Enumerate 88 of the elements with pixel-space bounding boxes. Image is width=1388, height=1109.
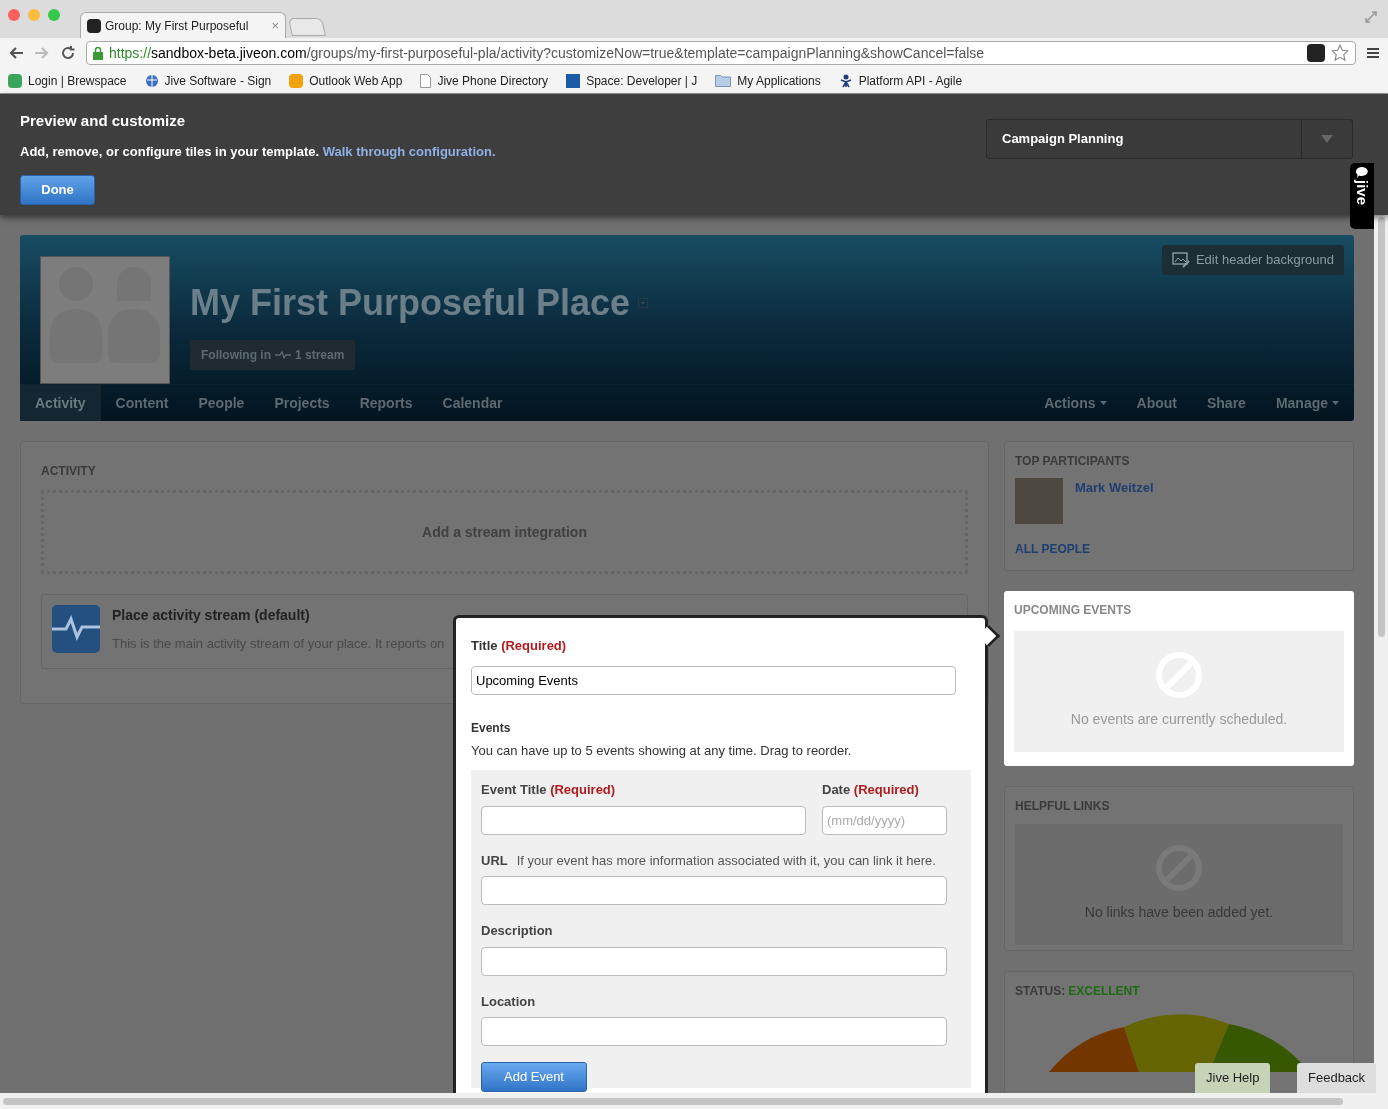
menu-icon[interactable] <box>1366 47 1380 59</box>
back-icon[interactable] <box>8 46 24 60</box>
bookmark-item[interactable]: Jive Software - Sign <box>144 71 272 90</box>
horizontal-scrollbar[interactable] <box>0 1093 1388 1109</box>
title-label: Title (Required) <box>471 637 568 655</box>
description-label: Description <box>481 922 554 940</box>
participants-heading: TOP PARTICIPANTS <box>1015 453 1131 470</box>
location-label: Location <box>481 992 537 1011</box>
nav-tab[interactable]: Reports <box>344 385 428 421</box>
events-hint: You can have up to 5 events showing at any time. Drag to reorder. <box>471 741 853 760</box>
bookmark-item[interactable]: Login | Brewspace <box>8 71 127 90</box>
url-text: https://sandbox-beta.jiveon.com/groups/my-first-purposeful-pla/activity?customizeNow=true&template=campaignPlanning&showCancel=false <box>109 43 985 63</box>
description-input[interactable] <box>481 946 947 976</box>
jive-side-tab[interactable]: jive <box>1350 163 1374 229</box>
nav-link[interactable]: Share <box>1191 385 1261 421</box>
feedback-button[interactable]: Feedback <box>1297 1063 1377 1093</box>
speech-bubble-icon <box>1356 167 1368 178</box>
bookmark-icon <box>8 73 22 88</box>
events-heading: Events <box>471 719 512 737</box>
bookmark-icon <box>289 73 304 88</box>
dropdown-caret-icon <box>1321 135 1333 143</box>
bookmark-item[interactable]: Platform API - Agile <box>838 71 963 90</box>
zoom-window-button[interactable] <box>48 9 60 21</box>
nav-tab[interactable]: Activity <box>20 385 101 421</box>
caret-icon[interactable] <box>638 298 649 308</box>
following-button[interactable]: Following in 1 stream <box>190 340 356 370</box>
helpful-links-heading: HELPFUL LINKS <box>1015 798 1111 815</box>
nav-tab[interactable]: Content <box>100 385 184 421</box>
template-select[interactable]: Campaign Planning <box>986 119 1353 159</box>
vertical-scrollbar[interactable] <box>1374 215 1388 1093</box>
nav-tab[interactable]: Projects <box>259 385 345 421</box>
bookmark-item[interactable]: Jive Phone Directory <box>420 71 549 90</box>
url-input[interactable] <box>481 876 947 905</box>
page-icon <box>420 73 432 88</box>
url-label: URL <box>481 851 508 870</box>
forward-icon[interactable] <box>34 46 50 60</box>
dropdown-caret-icon <box>1332 401 1339 405</box>
nav-link[interactable]: Manage <box>1260 385 1354 421</box>
fullscreen-icon[interactable] <box>1364 10 1378 24</box>
bookmark-icon <box>566 73 581 88</box>
date-label: Date (Required) <box>822 781 920 799</box>
folder-icon <box>715 74 732 87</box>
tab-close-button[interactable]: × <box>271 15 279 36</box>
title-input[interactable]: Upcoming Events <box>471 665 956 695</box>
empty-message: No events are currently scheduled. <box>1070 710 1288 729</box>
walkthrough-link[interactable]: Walk through configuration. <box>322 143 496 159</box>
upcoming-events-heading: UPCOMING EVENTS <box>1014 602 1133 619</box>
nav-tab[interactable]: Calendar <box>427 385 518 421</box>
photo-placeholder <box>1015 478 1063 524</box>
new-tab-button[interactable] <box>288 18 326 36</box>
jive-help-button[interactable]: Jive Help <box>1195 1063 1271 1093</box>
bookmark-item[interactable]: My Applications <box>715 71 821 90</box>
event-title-label: Event Title (Required) <box>481 781 617 799</box>
globe-icon <box>144 73 159 88</box>
stream-title: Place activity stream (default) <box>112 606 311 625</box>
participant-link[interactable]: Mark Weitzel <box>1075 478 1154 524</box>
customize-description: Add, remove, or configure tiles in your template. Walk through configuration. <box>20 142 497 161</box>
reload-icon[interactable] <box>60 45 76 61</box>
done-button[interactable]: Done <box>20 175 95 205</box>
pulse-icon <box>275 351 291 359</box>
place-title: My First Purposeful Place <box>190 281 631 325</box>
nav-link[interactable]: Actions <box>1029 385 1122 421</box>
image-edit-icon <box>1171 252 1190 268</box>
location-input[interactable] <box>481 1017 947 1046</box>
pulse-icon <box>52 605 100 653</box>
figure-icon <box>838 73 853 88</box>
event-title-input[interactable] <box>481 805 806 835</box>
lock-icon <box>93 46 103 60</box>
all-people-link[interactable]: ALL PEOPLE <box>1015 540 1343 558</box>
dropdown-caret-icon <box>1099 401 1107 405</box>
close-window-button[interactable] <box>8 9 20 21</box>
date-input[interactable]: (mm/dd/yyyy) <box>822 805 947 835</box>
browser-tab[interactable]: Group: My First Purposeful × <box>80 12 286 38</box>
url-hint: If your event has more information associated with it, you can link it here. <box>516 851 936 870</box>
activity-heading: ACTIVITY <box>41 463 97 480</box>
nav-tab[interactable]: People <box>183 385 260 421</box>
tab-title: Group: My First Purposeful <box>105 17 249 35</box>
address-bar[interactable]: https://sandbox-beta.jiveon.com/groups/my-first-purposeful-pla/activity?customizeNow=true&template=campaignPlanning&showCancel=false <box>86 41 1356 65</box>
star-icon[interactable] <box>1331 44 1349 62</box>
status-label: STATUS: <box>1015 983 1066 1000</box>
status-value: EXCELLENT <box>1068 983 1140 1000</box>
bookmark-item[interactable]: Space: Developer | J <box>566 71 698 90</box>
nav-link[interactable]: About <box>1121 385 1192 421</box>
add-event-button[interactable]: Add Event <box>481 1062 587 1092</box>
customize-title: Preview and customize <box>20 111 187 131</box>
minimize-window-button[interactable] <box>28 9 40 21</box>
edit-background-button[interactable]: Edit header background <box>1161 245 1344 275</box>
bookmark-item[interactable]: Outlook Web App <box>289 71 403 90</box>
